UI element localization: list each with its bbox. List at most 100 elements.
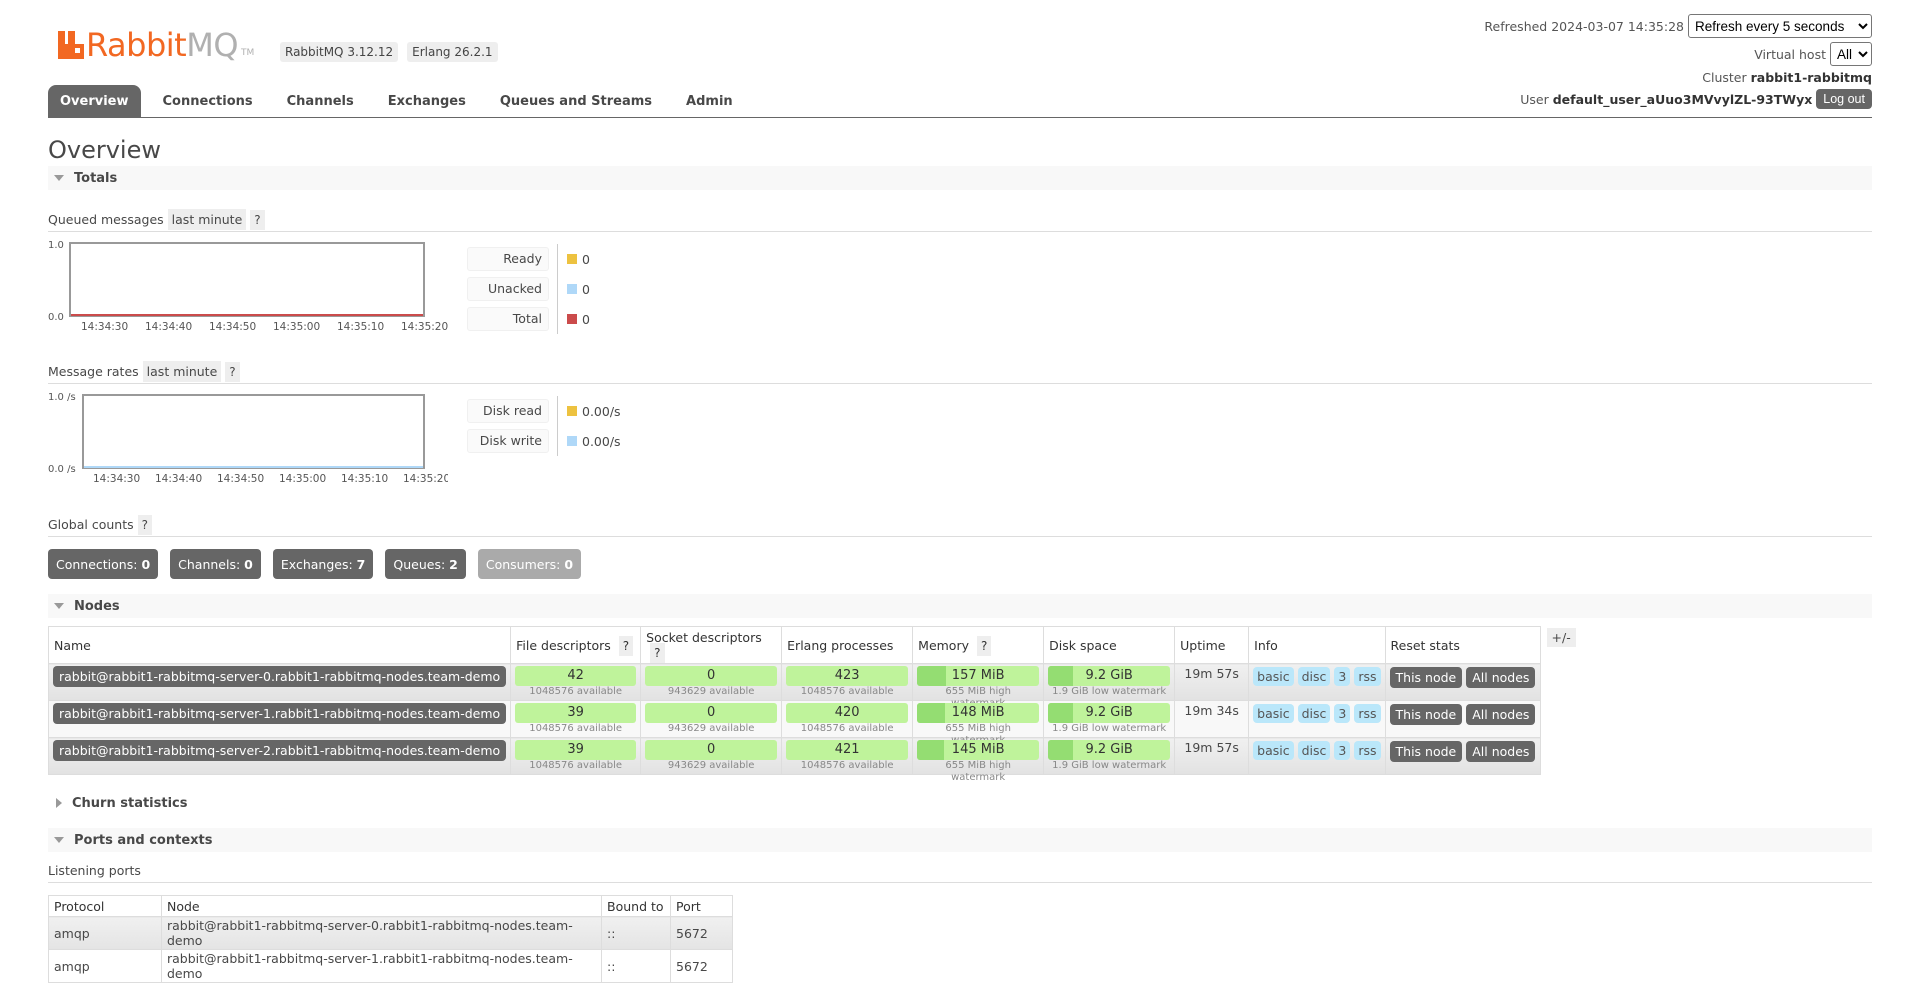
message-rates-chart: 1.0 /s 0.0 /s 14:34:30 14:34:40 14:34:50 14… <box>48 392 448 485</box>
reset-all-nodes-button[interactable]: All nodes <box>1466 704 1536 725</box>
tab-connections[interactable]: Connections <box>151 85 265 117</box>
memory-subtext: 655 MiB high watermark <box>945 723 1011 746</box>
churn-section-toggle[interactable]: Churn statistics <box>48 791 1872 815</box>
swatch-ready-icon <box>567 254 577 264</box>
reset-all-nodes-button[interactable]: All nodes <box>1466 667 1536 688</box>
swatch-disk-read-icon <box>567 406 577 416</box>
virtual-host-select[interactable]: All <box>1830 42 1872 66</box>
queued-help-icon[interactable]: ? <box>250 209 265 230</box>
tab-queues-and-streams[interactable]: Queues and Streams <box>488 85 664 117</box>
disk-fill <box>1048 666 1073 686</box>
fd-help-icon[interactable]: ? <box>618 635 634 656</box>
legend-label-unacked: Unacked <box>467 277 549 301</box>
memory-value: 157 MiB <box>951 668 1005 683</box>
tab-exchanges[interactable]: Exchanges <box>376 85 478 117</box>
y-max-label: 1.0 <box>48 240 64 251</box>
erlang-processes-meter: 420 <box>786 703 909 723</box>
x-tick-label: 14:34:30 <box>81 321 128 333</box>
column-toggle-button[interactable]: +/- <box>1546 628 1576 647</box>
ports-section-toggle[interactable]: Ports and contexts <box>48 828 1872 852</box>
message-rates-label: Message rates <box>48 364 139 379</box>
tab-channels[interactable]: Channels <box>275 85 366 117</box>
col-socket-descriptors[interactable]: Socket descriptors ? <box>640 626 783 664</box>
node-row: rabbit@rabbit1-rabbitmq-server-2.rabbit1… <box>47 737 1541 783</box>
rabbitmq-logo[interactable]: RabbitMQ TM <box>58 24 254 64</box>
message-rates-header: Message rates last minute ? <box>48 360 1872 384</box>
channels-count-button[interactable]: Channels: 0 <box>170 549 261 579</box>
erlang-processes-meter: 423 <box>786 666 909 686</box>
consumers-count-button[interactable]: Consumers: 0 <box>477 549 582 579</box>
nodes-section-label: Nodes <box>74 598 120 614</box>
global-counts-header: Global counts ? <box>48 513 1872 537</box>
x-tick-label: 14:34:30 <box>93 473 140 485</box>
col-name[interactable]: Name <box>47 626 512 664</box>
logo-text-mq: MQ <box>186 26 238 64</box>
reset-this-node-button[interactable]: This node <box>1389 704 1463 725</box>
totals-section-toggle[interactable]: Totals <box>48 166 1872 190</box>
rates-range-chip[interactable]: last minute <box>142 361 222 382</box>
reset-all-nodes-button[interactable]: All nodes <box>1466 741 1536 762</box>
rates-help-icon[interactable]: ? <box>225 361 240 382</box>
nodes-table: Name File descriptors ? Socket descripto… <box>47 626 1541 783</box>
rabbitmq-version-badge: RabbitMQ 3.12.12 <box>280 42 399 62</box>
node-name-link[interactable]: rabbit@rabbit1-rabbitmq-server-2.rabbit1… <box>53 740 507 761</box>
version-badges: RabbitMQ 3.12.12 Erlang 26.2.1 <box>280 42 498 62</box>
memory-value: 148 MiB <box>951 705 1005 720</box>
ports-section-label: Ports and contexts <box>74 832 213 848</box>
info-badge: disc <box>1297 704 1331 723</box>
file-descriptors-meter: 42 <box>515 666 637 686</box>
disk-fill <box>1048 740 1073 760</box>
queued-messages-label: Queued messages <box>48 212 164 227</box>
nodes-section-toggle[interactable]: Nodes <box>48 594 1872 618</box>
node-name-link[interactable]: rabbit@rabbit1-rabbitmq-server-1.rabbit1… <box>53 703 507 724</box>
x-tick-label: 14:34:40 <box>145 321 192 333</box>
col-file-descriptors[interactable]: File descriptors ? <box>510 626 642 664</box>
queued-messages-chart: 1.0 0.0 14:34:30 14:34:40 14:34:50 14:35:00… <box>48 240 448 333</box>
sd-help-icon[interactable]: ? <box>650 643 665 663</box>
connections-count-button[interactable]: Connections: 0 <box>48 549 159 579</box>
reset-this-node-button[interactable]: This node <box>1389 741 1463 762</box>
col-uptime[interactable]: Uptime <box>1174 626 1250 664</box>
queues-count-button[interactable]: Queues: 2 <box>385 549 466 579</box>
col-protocol: Protocol <box>48 895 162 917</box>
memory-meter: 157 MiB <box>917 666 1040 686</box>
totals-section-label: Totals <box>74 170 118 186</box>
legend-label-ready: Ready <box>467 247 549 271</box>
erlang-processes-value: 420 <box>834 705 860 720</box>
node-name-link[interactable]: rabbit@rabbit1-rabbitmq-server-0.rabbit1… <box>53 666 507 687</box>
memory-fill <box>917 703 946 723</box>
col-reset-stats[interactable]: Reset stats <box>1384 626 1541 664</box>
info-badge: basic <box>1253 704 1294 723</box>
legend-value-ready: 0 <box>582 251 590 267</box>
tab-overview[interactable]: Overview <box>48 85 141 117</box>
reset-stats-buttons: This node All nodes <box>1389 740 1536 762</box>
col-erlang-processes[interactable]: Erlang processes <box>781 626 914 664</box>
nodes-table-header: Name File descriptors ? Socket descripto… <box>47 626 1541 664</box>
queued-range-chip[interactable]: last minute <box>167 209 247 230</box>
col-port: Port <box>670 895 733 917</box>
info-badges: basic disc 3 rss <box>1253 740 1381 760</box>
col-info[interactable]: Info <box>1248 626 1386 664</box>
disk-subtext: 1.9 GiB low watermark <box>1052 723 1167 734</box>
socket-descriptors-meter: 0 <box>645 703 778 723</box>
reset-stats-buttons: This node All nodes <box>1389 666 1536 688</box>
exchanges-count-button[interactable]: Exchanges: 7 <box>272 549 374 579</box>
erlang-processes-value: 423 <box>834 668 860 683</box>
info-badge: rss <box>1354 704 1381 723</box>
legend-label-total: Total <box>467 307 549 331</box>
info-badges: basic disc 3 rss <box>1253 703 1381 723</box>
reset-this-node-button[interactable]: This node <box>1389 667 1463 688</box>
x-tick-label: 14:35:00 <box>279 473 326 485</box>
global-counts: Connections: 0 Channels: 0 Exchanges: 7 … <box>48 549 1872 579</box>
legend-value-total: 0 <box>582 311 590 327</box>
memory-help-icon[interactable]: ? <box>976 635 992 656</box>
disk-value: 9.2 GiB <box>1085 742 1133 757</box>
global-counts-help-icon[interactable]: ? <box>137 514 153 535</box>
col-memory[interactable]: Memory ? <box>912 626 1045 664</box>
disk-value: 9.2 GiB <box>1085 705 1133 720</box>
chart-frame <box>69 242 425 317</box>
refresh-interval-select[interactable]: Refresh every 5 seconds <box>1688 14 1872 38</box>
tab-admin[interactable]: Admin <box>674 85 745 117</box>
col-disk-space[interactable]: Disk space <box>1043 626 1176 664</box>
queued-messages-chart-block: 1.0 0.0 14:34:30 14:34:40 14:34:50 14:35:00… <box>48 240 1872 350</box>
